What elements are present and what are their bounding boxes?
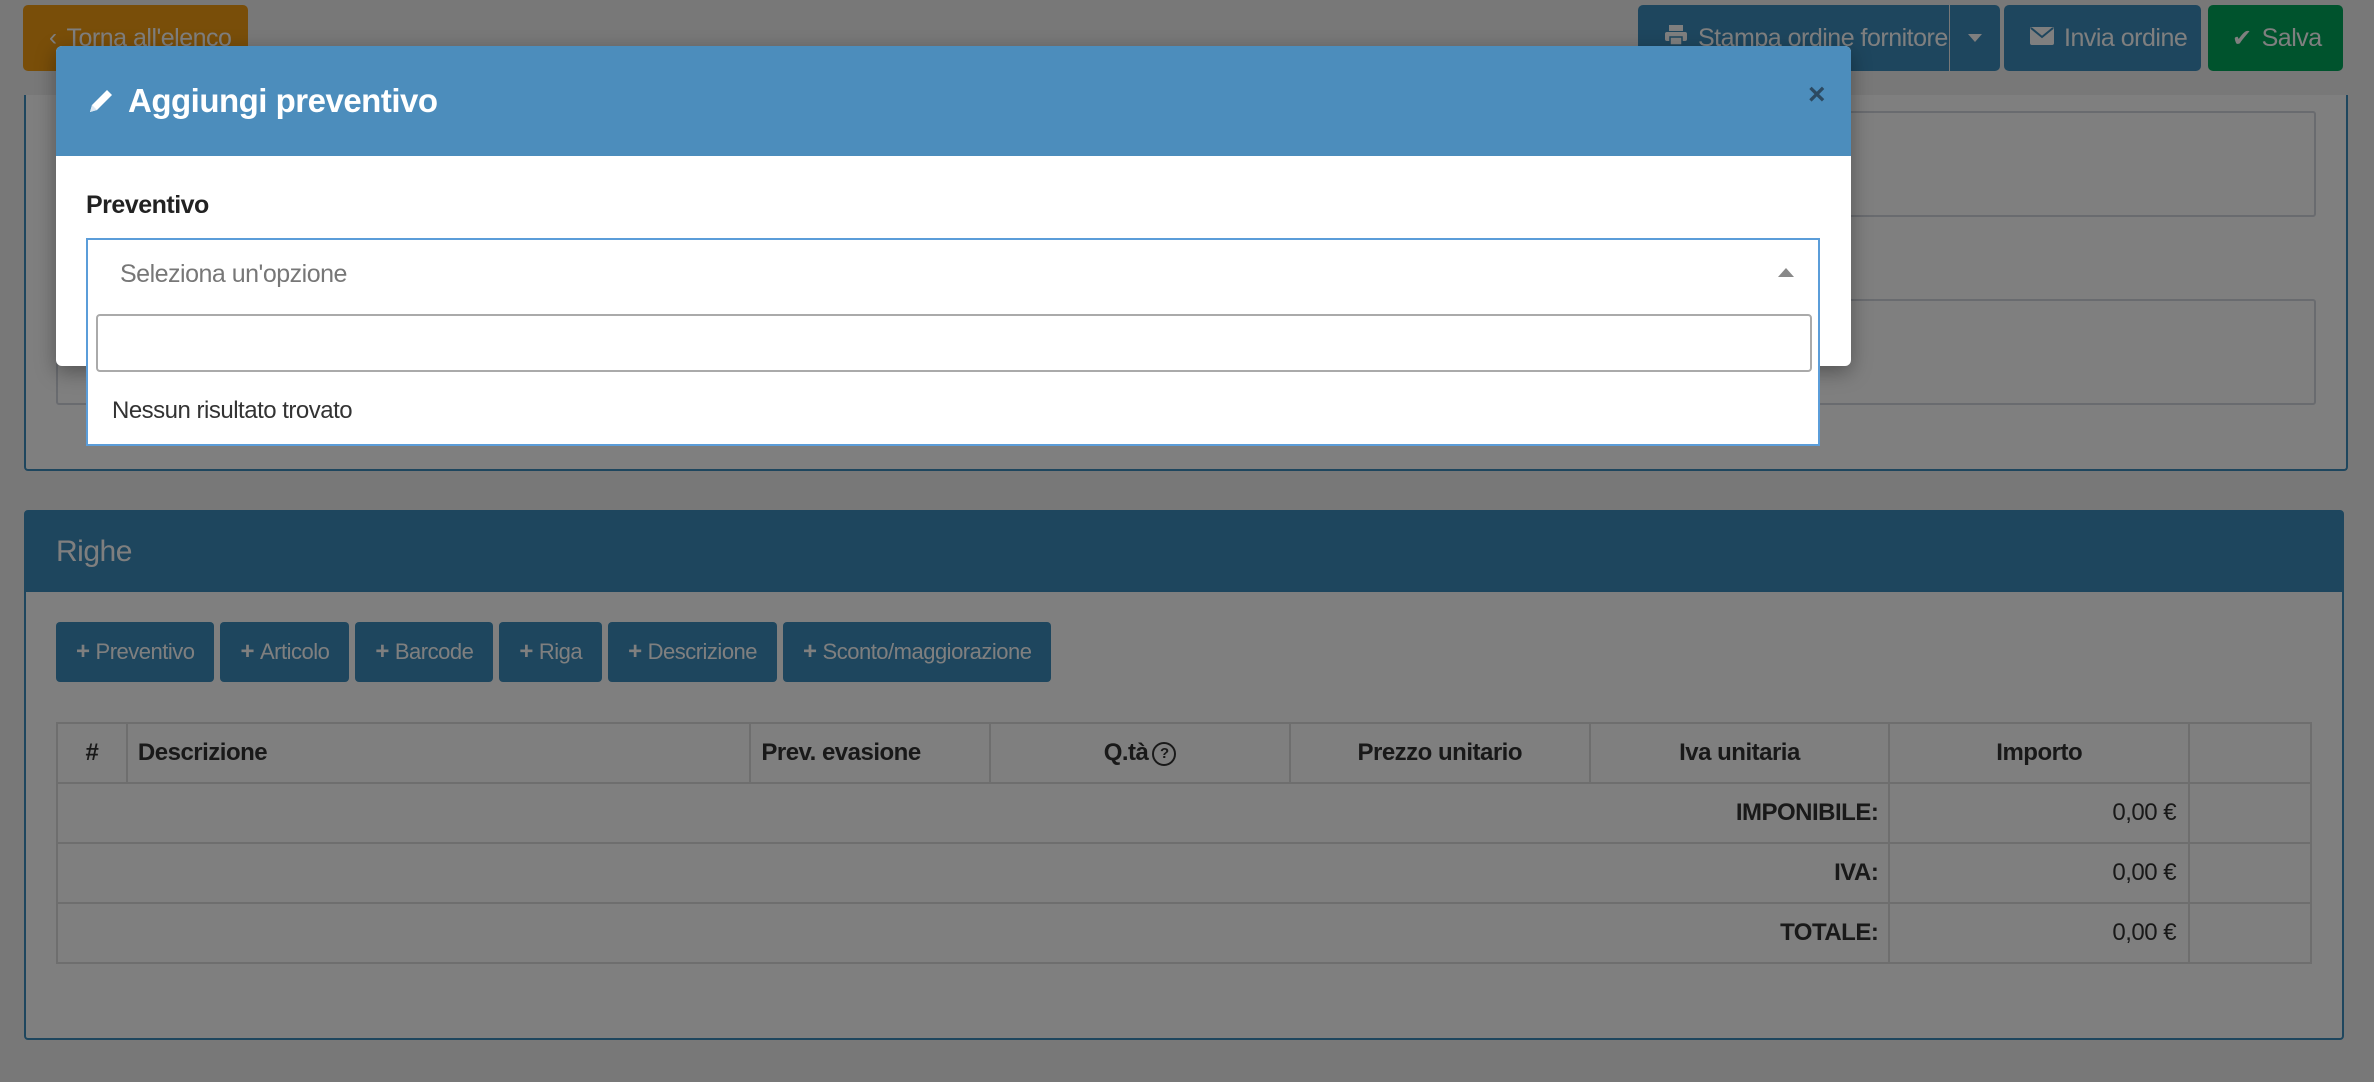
close-icon[interactable]: × <box>1808 78 1826 112</box>
no-results-message: Nessun risultato trovato <box>112 397 353 424</box>
preventivo-select-current[interactable]: Seleziona un'opzione <box>88 240 1818 308</box>
preventivo-select[interactable]: Seleziona un'opzione Nessun risultato tr… <box>86 238 1820 446</box>
select-search-input[interactable] <box>96 314 1812 372</box>
select-placeholder: Seleziona un'opzione <box>120 259 347 288</box>
pencil-icon <box>86 86 116 116</box>
preventivo-field-label: Preventivo <box>86 191 209 219</box>
modal-title: Aggiungi preventivo <box>128 82 438 119</box>
modal-header: Aggiungi preventivo × <box>56 46 1851 156</box>
caret-up-icon <box>1778 268 1794 277</box>
